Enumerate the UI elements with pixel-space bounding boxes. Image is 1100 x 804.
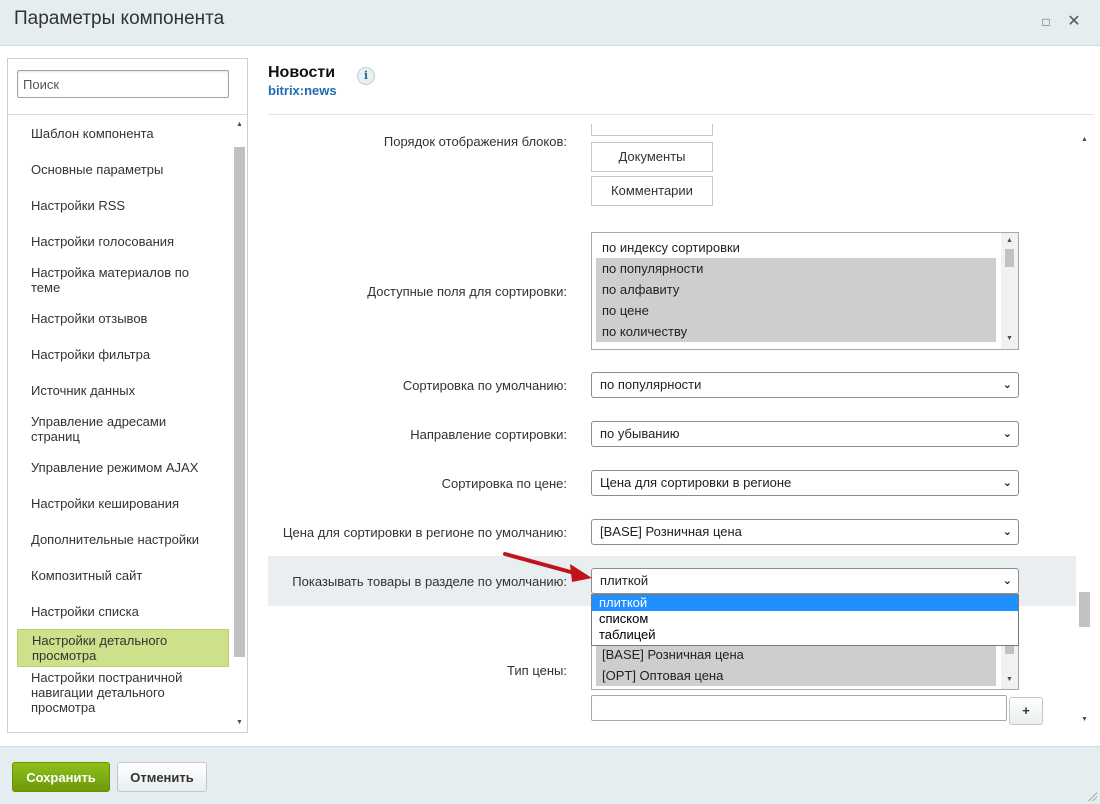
price-type-label: Тип цены:	[507, 663, 567, 678]
sort-direction-label: Направление сортировки:	[410, 427, 567, 442]
search-input[interactable]	[17, 70, 229, 98]
select-value: Цена для сортировки в регионе	[600, 475, 792, 490]
price-sort-select[interactable]: Цена для сортировки в регионе ⌄	[591, 470, 1019, 496]
list-item[interactable]: по цене	[596, 300, 996, 321]
sidebar-item-related-materials[interactable]: Настройка материалов по теме	[17, 259, 229, 300]
sidebar-item-component-template[interactable]: Шаблон компонента	[17, 115, 229, 151]
list-item[interactable]: [OPT] Оптовая цена	[596, 665, 996, 686]
dialog-footer: Сохранить Отменить	[0, 746, 1100, 804]
chevron-down-icon: ⌄	[1002, 575, 1012, 587]
sidebar-item-reviews[interactable]: Настройки отзывов	[17, 300, 229, 336]
sidebar-item-filter[interactable]: Настройки фильтра	[17, 336, 229, 372]
block-documents-button[interactable]: Документы	[591, 142, 713, 172]
sidebar-item-composite[interactable]: Композитный сайт	[17, 557, 229, 593]
sidebar-scrollbar[interactable]: ▲ ▼	[232, 115, 245, 732]
sidebar-item-additional[interactable]: Дополнительные настройки	[17, 521, 229, 557]
cancel-button[interactable]: Отменить	[117, 762, 207, 792]
list-item[interactable]: [BASE] Розничная цена	[596, 644, 996, 665]
add-button[interactable]: +	[1009, 697, 1043, 725]
region-price-label: Цена для сортировки в регионе по умолчан…	[282, 525, 567, 540]
sidebar-item-detail-view[interactable]: Настройки детального просмотра	[17, 629, 229, 667]
multiselect-scroll-thumb[interactable]	[1005, 249, 1014, 267]
dialog-title: Параметры компонента	[14, 8, 225, 29]
select-value: по убыванию	[600, 426, 680, 441]
list-item[interactable]: по алфавиту	[596, 279, 996, 300]
info-icon[interactable]: i	[357, 67, 375, 85]
list-item[interactable]: по количеству	[596, 321, 996, 342]
dropdown-option[interactable]: списком	[592, 611, 1018, 627]
scroll-up-icon[interactable]: ▲	[1003, 235, 1016, 247]
close-icon[interactable]: ✕	[1064, 12, 1084, 32]
select-value: плиткой	[600, 573, 649, 588]
select-value: по популярности	[600, 377, 702, 392]
sidebar-item-data-source[interactable]: Источник данных	[17, 372, 229, 408]
scroll-down-icon[interactable]: ▼	[233, 717, 246, 729]
dropdown-option[interactable]: таблицей	[592, 627, 1018, 643]
price-type-extra-input[interactable]	[591, 695, 1007, 721]
scroll-down-icon[interactable]: ▼	[1003, 333, 1016, 345]
dialog-content: Шаблон компонента Основные параметры Нас…	[0, 46, 1100, 746]
main-scroll-thumb[interactable]	[1079, 592, 1090, 627]
sort-direction-select[interactable]: по убыванию ⌄	[591, 421, 1019, 447]
chevron-down-icon: ⌄	[1002, 526, 1012, 538]
component-code: bitrix:news	[268, 83, 337, 98]
sidebar-item-caching[interactable]: Настройки кеширования	[17, 485, 229, 521]
annotation-arrow	[503, 552, 592, 582]
chevron-down-icon: ⌄	[1002, 379, 1012, 391]
select-value: [BASE] Розничная цена	[600, 524, 742, 539]
sidebar-item-ajax[interactable]: Управление режимом AJAX	[17, 449, 229, 485]
sidebar-item-detail-pagination[interactable]: Настройки постраничной навигации детальн…	[17, 667, 229, 717]
chevron-down-icon: ⌄	[1002, 477, 1012, 489]
component-title: Новости	[268, 64, 336, 81]
scroll-up-icon[interactable]: ▲	[233, 119, 246, 131]
chevron-down-icon: ⌄	[1002, 428, 1012, 440]
sidebar-item-voting[interactable]: Настройки голосования	[17, 223, 229, 259]
list-item[interactable]: по популярности	[596, 258, 996, 279]
view-mode-select[interactable]: плиткой ⌄	[591, 568, 1019, 594]
save-button[interactable]: Сохранить	[12, 762, 110, 792]
main-scrollbar[interactable]: ▲ ▼	[1077, 132, 1093, 732]
resize-grip-icon[interactable]	[1087, 791, 1097, 801]
sidebar: Шаблон компонента Основные параметры Нас…	[7, 58, 248, 733]
sidebar-scroll-thumb[interactable]	[234, 147, 245, 657]
multiselect-scrollbar[interactable]: ▲ ▼	[1001, 233, 1018, 349]
sidebar-item-rss[interactable]: Настройки RSS	[17, 187, 229, 223]
price-sort-label: Сортировка по цене:	[441, 476, 567, 491]
scroll-up-icon[interactable]: ▲	[1078, 134, 1091, 146]
scroll-down-icon[interactable]: ▼	[1003, 674, 1016, 686]
region-price-select[interactable]: [BASE] Розничная цена ⌄	[591, 519, 1019, 545]
sort-fields-label: Доступные поля для сортировки:	[367, 284, 567, 299]
list-item[interactable]: по индексу сортировки	[596, 237, 996, 258]
block-order-label: Порядок отображения блоков:	[383, 134, 567, 149]
header-divider	[268, 114, 1094, 115]
component-header: Новости i bitrix:news	[268, 64, 375, 98]
scroll-down-icon[interactable]: ▼	[1078, 714, 1091, 726]
block-comments-button[interactable]: Комментарии	[591, 176, 713, 206]
default-sort-select[interactable]: по популярности ⌄	[591, 372, 1019, 398]
sort-fields-multiselect[interactable]: по индексу сортировки по популярности по…	[591, 232, 1019, 350]
sidebar-item-basic-params[interactable]: Основные параметры	[17, 151, 229, 187]
view-mode-dropdown[interactable]: плиткой списком таблицей	[591, 594, 1019, 646]
sidebar-item-list[interactable]: Настройки списка	[17, 593, 229, 629]
sidebar-list: Шаблон компонента Основные параметры Нас…	[17, 115, 229, 717]
maximize-icon[interactable]: □	[1036, 12, 1056, 32]
block-order-item-hidden[interactable]	[591, 124, 713, 136]
dialog-titlebar: Параметры компонента □ ✕	[0, 0, 1100, 46]
sidebar-item-page-urls[interactable]: Управление адресами страниц	[17, 408, 229, 449]
default-sort-label: Сортировка по умолчанию:	[402, 378, 567, 393]
dropdown-option[interactable]: плиткой	[592, 595, 1018, 611]
